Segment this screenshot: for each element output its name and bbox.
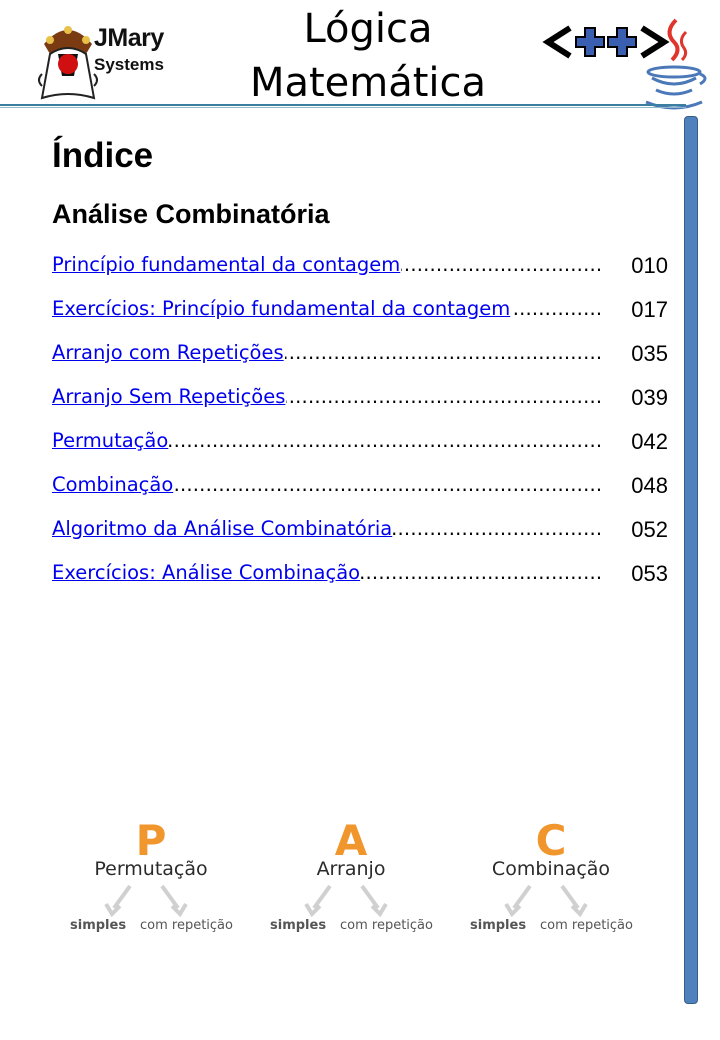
diagram-name: Combinação [491,858,611,880]
section-heading: Análise Combinatória [52,199,330,229]
split-arrows-icon [504,884,588,918]
title-line-1: Lógica [303,6,433,52]
toc-link[interactable]: Combinação [52,473,175,496]
page-title: Lógica Matemática [230,2,506,110]
permutation-diagram: P Permutação simples com repetição [56,818,246,948]
diagram-name: Permutação [94,858,208,880]
toc-link[interactable]: Exercícios: Análise Combinação [52,561,362,584]
toc-link[interactable]: Algoritmo da Análise Combinatória [52,517,394,540]
toc-link[interactable]: Permutação [52,429,170,452]
toc-link[interactable]: Arranjo com Repetições [52,341,285,364]
toc-link[interactable]: Exercícios: Princípio fundamental da con… [52,297,512,320]
title-line-2: Matemática [249,60,487,106]
toc-entry: ........................................… [52,294,668,338]
toc-page-number: 039 [631,385,668,410]
brand-text: JMary Systems [94,24,164,75]
toc-page-number: 053 [631,561,668,586]
toc-page-number: 042 [631,429,668,454]
toc-page-number: 048 [631,473,668,498]
combination-diagram: C Combinação simples com repetição [456,818,646,948]
diagram-repetition-label: com repetição [540,918,633,933]
side-decoration-bar [684,116,698,1004]
diagram-simple-label: simples [270,918,327,933]
brand-sub: Systems [94,55,164,74]
toc-entry: ........................................… [52,382,668,426]
toc-entry: ........................................… [52,558,668,602]
brand-name: JMary [94,24,164,52]
diagram-name: Arranjo [316,858,386,880]
toc-link[interactable]: Arranjo Sem Repetições [52,385,287,408]
cpp-java-logo [542,18,712,114]
toc-entry: ........................................… [52,470,668,514]
split-arrows-icon [304,884,388,918]
diagram-simple-label: simples [470,918,527,933]
toc-entry: ........................................… [52,426,668,470]
split-arrows-icon [104,884,188,918]
toc-page-number: 052 [631,517,668,542]
java-cup-icon [645,18,707,110]
index-heading: Índice [52,136,154,175]
diagram-simple-label: simples [70,918,127,933]
diagram-repetition-label: com repetição [140,918,233,933]
toc-page-number: 035 [631,341,668,366]
toc-page-number: 010 [631,253,668,278]
table-of-contents: ........................................… [52,250,668,602]
toc-entry: ........................................… [52,338,668,382]
arrangement-diagram: A Arranjo simples com repetição [256,818,446,948]
duke-mascot-icon [38,26,98,100]
toc-link[interactable]: Princípio fundamental da contagem [52,253,402,276]
header-divider-shadow [0,107,686,108]
toc-page-number: 017 [631,297,668,322]
header-divider [0,104,686,106]
diagram-repetition-label: com repetição [340,918,433,933]
jmary-systems-logo: JMary Systems [36,10,176,102]
toc-entry: ........................................… [52,514,668,558]
toc-entry: ........................................… [52,250,668,294]
